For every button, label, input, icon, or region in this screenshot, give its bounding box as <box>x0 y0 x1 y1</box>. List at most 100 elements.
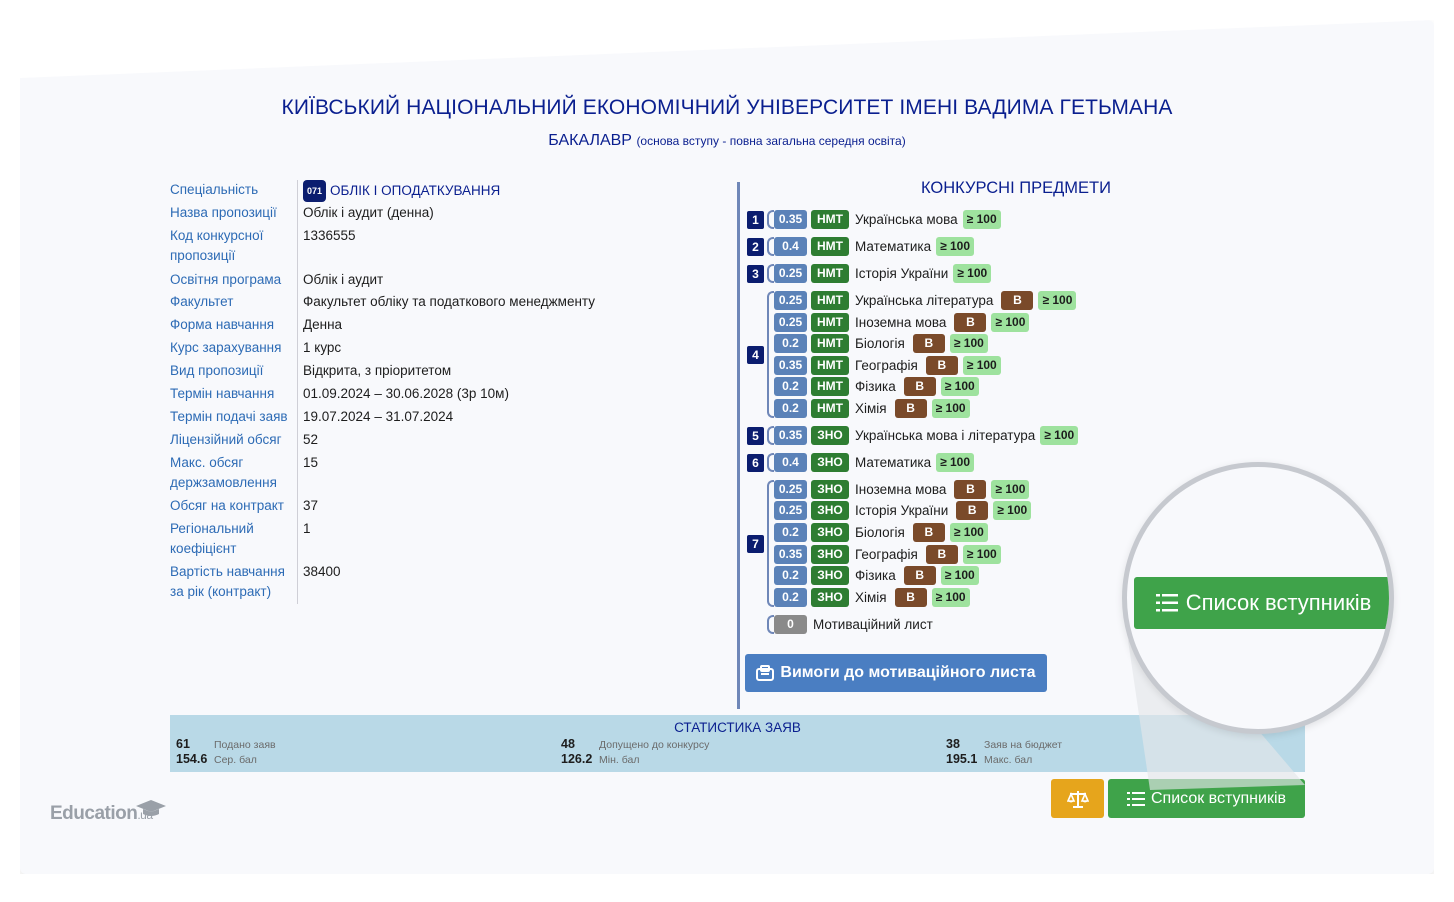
min-score-badge: ≥ 100 <box>936 453 975 472</box>
subject-name: Іноземна мова <box>855 482 947 497</box>
info-label: Ліцензійний обсяг <box>170 432 282 447</box>
exam-type-badge: НМТ <box>811 399 849 418</box>
info-label: Форма навчання <box>170 317 275 332</box>
b-level-badge: В <box>925 356 958 375</box>
coefficient-badge: 0.35 <box>774 545 807 564</box>
logo-main: Education <box>50 803 138 824</box>
coefficient-badge: 0.2 <box>774 334 807 353</box>
b-level-badge: В <box>954 480 987 499</box>
subject-name: Математика <box>855 455 932 470</box>
min-score-badge: ≥ 100 <box>991 480 1030 499</box>
subject-row: 0.4 НМТ Математика ≥ 100 <box>774 237 975 256</box>
university-title: КИЇВСЬКИЙ НАЦІОНАЛЬНИЙ ЕКОНОМІЧНИЙ УНІВЕ… <box>281 96 1173 119</box>
coefficient-badge: 0.25 <box>774 313 807 332</box>
exam-type-badge: НМТ <box>811 291 849 310</box>
min-score-badge: ≥ 100 <box>991 313 1030 332</box>
subject-group-bracket <box>767 291 774 418</box>
info-value: Денна <box>303 317 343 332</box>
stats-title: СТАТИСТИКА ЗАЯВ <box>674 720 801 735</box>
subject-group-number: 1 <box>747 210 764 229</box>
subject-group-number: 6 <box>747 453 764 472</box>
coefficient-badge: 0.2 <box>774 377 807 396</box>
info-value: 19.07.2024 – 31.07.2024 <box>303 409 454 424</box>
min-score-badge: ≥ 100 <box>962 210 1001 229</box>
compare-button[interactable] <box>1051 779 1104 818</box>
info-value: Відкрита, з пріоритетом <box>303 363 452 378</box>
coefficient-badge: 0 <box>774 615 807 634</box>
stat-item: 195.1 Макс. бал <box>946 752 1033 766</box>
subject-group-bracket <box>767 453 774 472</box>
b-level-badge: В <box>912 334 945 353</box>
subject-group-number: 5 <box>747 426 764 445</box>
info-label: Код конкурсної пропозиції <box>170 228 264 263</box>
subject-row: 0.25 ЗНО Історія України В ≥ 100 <box>774 501 1032 520</box>
exam-type-badge: НМТ <box>811 264 849 283</box>
coefficient-badge: 0.2 <box>774 399 807 418</box>
exam-type-badge: ЗНО <box>811 545 849 564</box>
info-divider <box>297 180 298 604</box>
coefficient-badge: 0.2 <box>774 523 807 542</box>
specialty-name: ОБЛІК І ОПОДАТКУВАННЯ <box>330 183 501 198</box>
info-label: Регіональний коефіцієнт <box>170 521 254 556</box>
subject-row: 0.2 НМТ Біологія В ≥ 100 <box>774 334 988 353</box>
min-score-badge: ≥ 100 <box>962 356 1001 375</box>
applicants-list-button[interactable]: Список вступників <box>1108 779 1305 818</box>
subject-row: 0.35 НМТ Географія В ≥ 100 <box>774 356 1001 375</box>
info-label: Обсяг на контракт <box>170 498 284 513</box>
exam-type-badge: ЗНО <box>811 523 849 542</box>
min-score-badge: ≥ 100 <box>940 566 979 585</box>
subject-name: Історія України <box>855 503 949 518</box>
subject-row: 0.25 НМТ Історія України ≥ 100 <box>774 264 992 283</box>
exam-type-badge: ЗНО <box>811 501 849 520</box>
subject-name: Історія України <box>855 266 949 281</box>
stat-item: 38 Заяв на бюджет <box>946 737 1063 751</box>
subject-group-number: 2 <box>747 237 764 256</box>
subject-name: Хімія <box>855 590 887 605</box>
info-label: Макс. обсяг держзамовлення <box>170 455 277 490</box>
subject-name: Географія <box>855 358 918 373</box>
b-level-badge: В <box>894 588 927 607</box>
magnifier: Список вступників <box>1122 462 1394 734</box>
exam-type-badge: ЗНО <box>811 480 849 499</box>
b-level-badge: В <box>912 523 945 542</box>
specialty-code-badge: 071 <box>303 180 327 202</box>
subject-name: Хімія <box>855 401 887 416</box>
subject-name: Українська мова і література <box>855 428 1036 443</box>
stat-item: 126.2 Мін. бал <box>561 752 640 766</box>
info-value: 071 ОБЛІК І ОПОДАТКУВАННЯ <box>303 180 723 202</box>
min-score-badge: ≥ 100 <box>993 501 1032 520</box>
subject-group-number: 3 <box>747 264 764 283</box>
subject-row: 0.35 ЗНО Географія В ≥ 100 <box>774 545 1001 564</box>
coefficient-badge: 0.2 <box>774 566 807 585</box>
info-value: 1336555 <box>303 228 356 243</box>
motivation-row: 0 Мотиваційний лист <box>774 615 933 634</box>
b-level-badge: В <box>1001 291 1034 310</box>
info-label: Вид пропозиції <box>170 363 264 378</box>
subject-row: 0.2 ЗНО Біологія В ≥ 100 <box>774 523 988 542</box>
exam-type-badge: ЗНО <box>811 588 849 607</box>
info-value: 37 <box>303 498 319 513</box>
coefficient-badge: 0.35 <box>774 356 807 375</box>
coefficient-badge: 0.4 <box>774 453 807 472</box>
min-score-badge: ≥ 100 <box>940 377 979 396</box>
motivation-requirements-button[interactable]: Вимоги до мотиваційного листа <box>745 654 1047 692</box>
subjects-title: КОНКУРСНІ ПРЕДМЕТИ <box>920 179 1111 197</box>
scale-icon <box>1066 790 1089 808</box>
subject-group-bracket <box>767 264 774 283</box>
degree: БАКАЛАВР <box>548 132 632 149</box>
magnified-applicants-list-button[interactable]: Список вступників <box>1134 577 1389 629</box>
admission-basis: (основа вступу - повна загальна середня … <box>636 134 906 148</box>
graduation-cap-icon <box>136 800 166 816</box>
exam-type-badge: НМТ <box>811 210 849 229</box>
min-score-badge: ≥ 100 <box>936 237 975 256</box>
motivation-bracket <box>767 615 774 634</box>
subject-row: 0.4 ЗНО Математика ≥ 100 <box>774 453 975 472</box>
subject-group-bracket <box>767 237 774 256</box>
subject-row: 0.2 НМТ Хімія В ≥ 100 <box>774 399 970 418</box>
document-icon <box>756 665 775 681</box>
min-score-badge: ≥ 100 <box>949 523 988 542</box>
coefficient-badge: 0.4 <box>774 237 807 256</box>
exam-type-badge: НМТ <box>811 356 849 375</box>
subject-name: Українська мова <box>855 212 958 227</box>
info-label: Вартість навчання за рік (контракт) <box>170 564 285 599</box>
